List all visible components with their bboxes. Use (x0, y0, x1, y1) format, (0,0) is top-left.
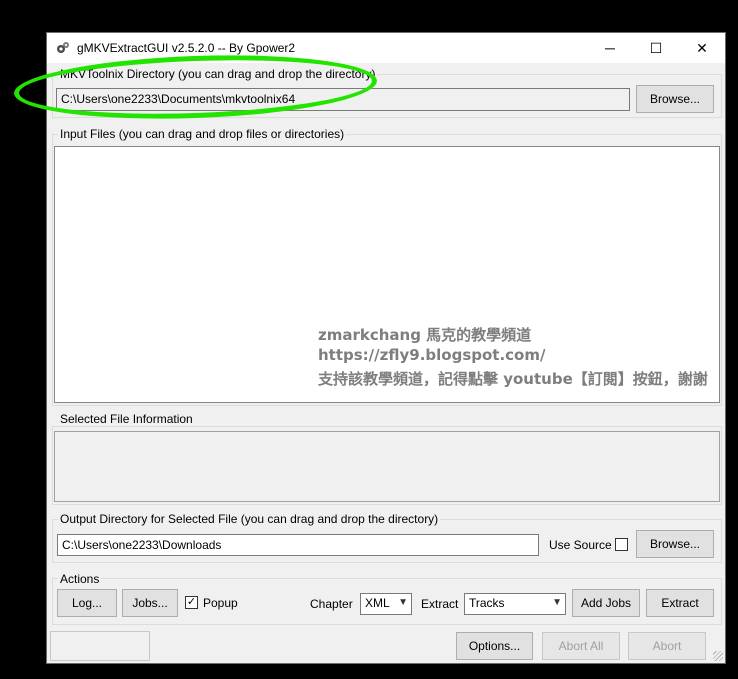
extract-button[interactable]: Extract (646, 589, 714, 617)
use-source-checkbox[interactable] (615, 538, 628, 551)
selected-info-legend: Selected File Information (58, 412, 195, 426)
extract-type-select[interactable]: Tracks ▼ (464, 593, 566, 615)
popup-checkbox[interactable]: ✓ (185, 596, 198, 609)
app-icon (57, 42, 69, 53)
output-browse-button[interactable]: Browse... (636, 530, 714, 558)
mkvtoolnix-browse-button[interactable]: Browse... (636, 85, 714, 113)
output-path-field[interactable]: C:\Users\one2233\Downloads (57, 534, 539, 556)
abort-all-button[interactable]: Abort All (542, 632, 620, 660)
input-files-legend: Input Files (you can drag and drop files… (58, 127, 347, 141)
minimize-button[interactable]: ─ (587, 33, 633, 63)
chevron-down-icon: ▼ (552, 597, 562, 608)
extract-type-value: Tracks (469, 596, 505, 610)
maximize-icon: ☐ (649, 39, 663, 56)
title-bar[interactable]: gMKVExtractGUI v2.5.2.0 -- By Gpower2 ─ … (47, 33, 725, 63)
maximize-button[interactable]: ☐ (633, 33, 679, 63)
mkvtoolnix-path-field[interactable]: C:\Users\one2233\Documents\mkvtoolnix64 (56, 88, 630, 111)
check-icon: ✓ (186, 596, 197, 608)
watermark-line-1: zmarkchang 馬克的教學頻道 (318, 326, 532, 344)
abort-button[interactable]: Abort (628, 632, 706, 660)
resize-grip[interactable] (713, 651, 723, 661)
chapter-select-value: XML (365, 596, 390, 610)
chapter-select[interactable]: XML ▼ (360, 593, 412, 615)
chapter-label: Chapter (310, 597, 353, 611)
actions-legend: Actions (58, 572, 102, 586)
mkvtoolnix-legend: MKVToolnix Directory (you can drag and d… (58, 67, 378, 81)
watermark-line-3: 支持該教學頻道，記得點擊 youtube【訂閱】按鈕，謝謝 (318, 370, 708, 388)
input-files-list[interactable] (54, 146, 720, 403)
options-button[interactable]: Options... (456, 632, 533, 660)
popup-label: Popup (203, 596, 238, 610)
log-button[interactable]: Log... (57, 589, 117, 617)
progress-box (50, 631, 150, 661)
minimize-icon: ─ (605, 40, 615, 56)
output-legend: Output Directory for Selected File (you … (58, 512, 441, 526)
close-button[interactable]: ✕ (679, 33, 725, 63)
watermark-line-2: https://zfly9.blogspot.com/ (318, 346, 546, 364)
use-source-label: Use Source (549, 538, 612, 552)
chevron-down-icon: ▼ (398, 597, 408, 608)
jobs-button[interactable]: Jobs... (122, 589, 178, 617)
window-title: gMKVExtractGUI v2.5.2.0 -- By Gpower2 (77, 41, 296, 55)
extract-label: Extract (421, 597, 459, 611)
close-icon: ✕ (696, 39, 708, 56)
selected-info-box[interactable] (54, 431, 720, 502)
add-jobs-button[interactable]: Add Jobs (572, 589, 640, 617)
